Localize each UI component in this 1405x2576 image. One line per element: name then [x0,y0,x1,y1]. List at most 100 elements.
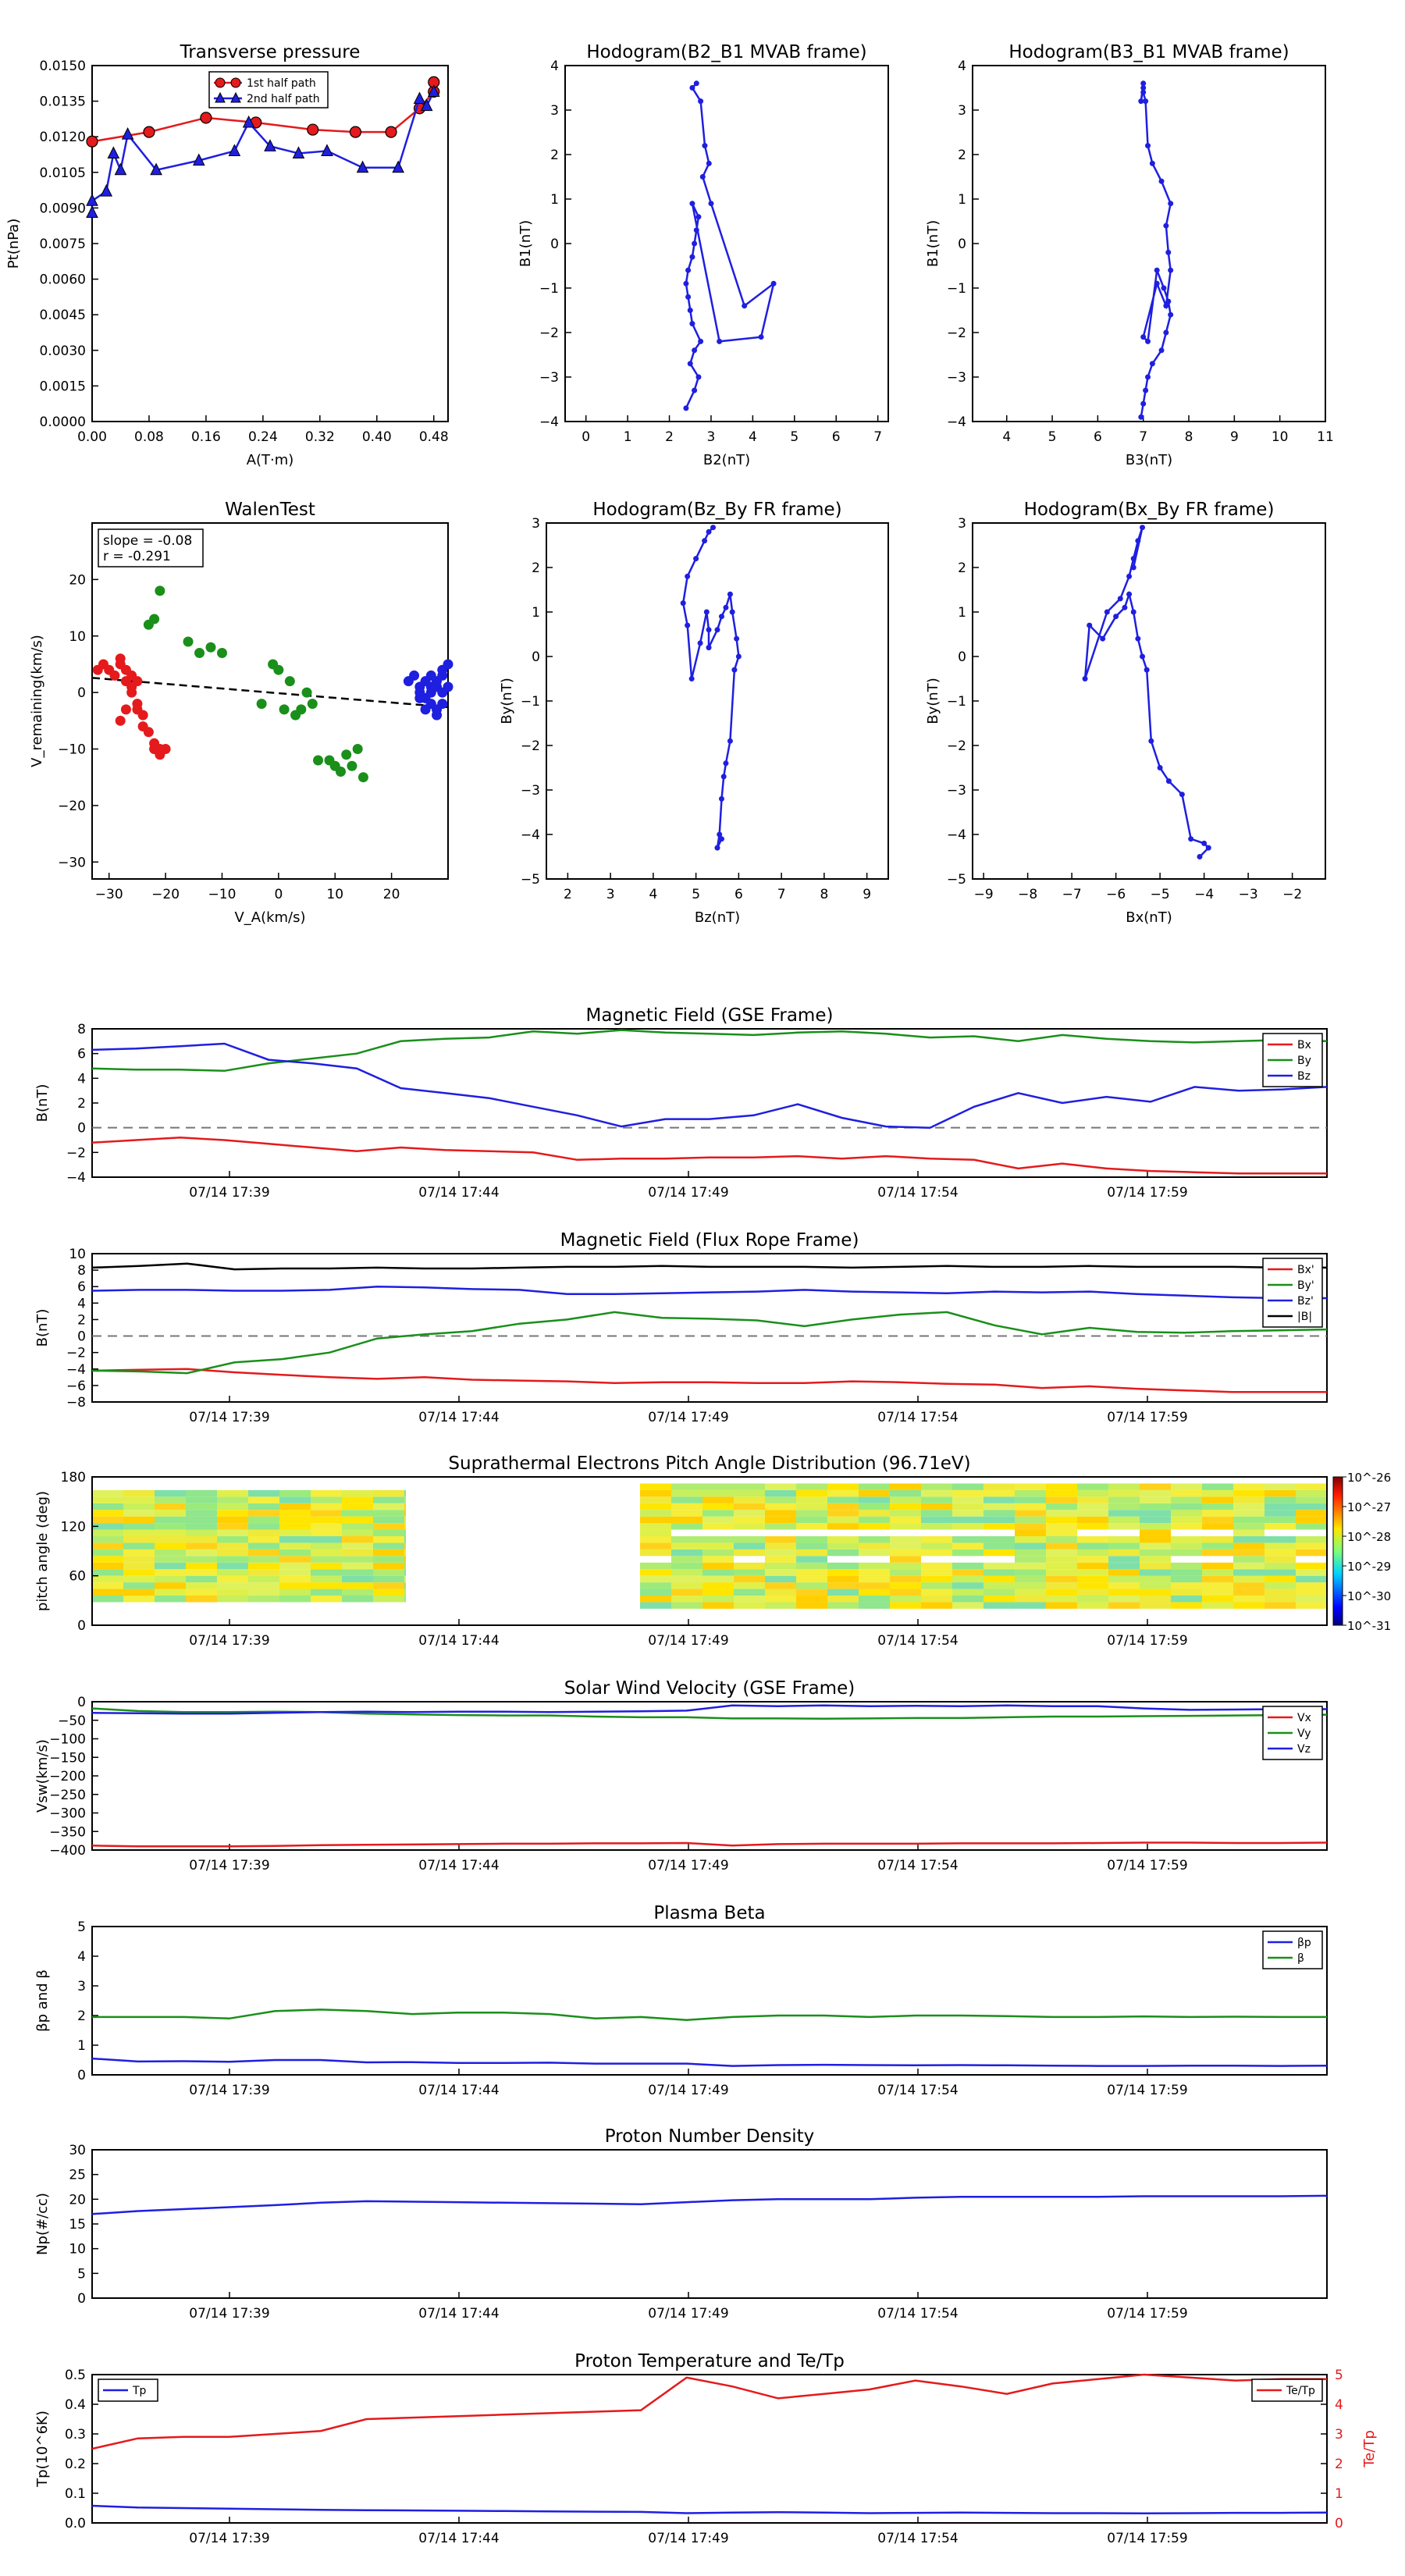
heatmap-cell [827,1582,859,1589]
heatmap-cell [921,1575,952,1583]
heatmap-cell [702,1523,734,1530]
x-tick-label: 07/14 17:59 [1107,1185,1187,1201]
scatter-point [132,676,143,687]
heatmap-cell [796,1569,827,1576]
y-tick-label: 20 [69,572,86,588]
heatmap-cell [279,1529,311,1536]
heatmap-cell [404,1582,406,1589]
heatmap-cell [311,1536,342,1543]
heatmap-cell [984,1596,1015,1603]
heatmap-cell [123,1503,155,1510]
heatmap-cell [702,1562,734,1570]
heatmap-cell [92,1542,123,1550]
heatmap-cell [279,1569,311,1576]
heatmap-cell [1296,1496,1327,1503]
heatmap-cell [952,1516,984,1524]
y-tick-label: 15 [69,2217,86,2233]
heatmap-cell [248,1542,279,1550]
x-tick-label: 07/14 17:49 [648,2306,728,2322]
data-point [692,387,698,393]
heatmap-cell [1264,1575,1296,1583]
heatmap-cell [952,1582,984,1589]
y-axis-label-4: By(nT) [499,678,515,724]
scatter-point [279,704,290,715]
heatmap-cell [123,1575,155,1583]
x-tick-label: 07/14 17:39 [189,1185,269,1201]
y-tick-label: −4 [66,1362,86,1378]
heatmap-cell [796,1503,827,1510]
data-point [718,795,724,802]
data-point [687,308,693,313]
heatmap-cell [217,1536,248,1543]
heatmap-cell [1046,1549,1077,1557]
scatter-point [160,744,171,755]
y-tick-label: −350 [49,1824,86,1840]
heatmap-cell [279,1562,311,1570]
scatter-point [137,710,148,720]
scatter-point [437,699,448,710]
x-axis-label-2: B3(nT) [1126,452,1172,468]
heatmap-cell [311,1589,342,1596]
y-tick-label: −100 [49,1732,86,1748]
heatmap-cell [1108,1496,1140,1503]
scatter-point [216,647,227,658]
heatmap-cell [1046,1589,1077,1596]
heatmap-cell [859,1516,890,1524]
heatmap-cell [1140,1510,1171,1517]
heatmap-cell [1046,1529,1077,1536]
heatmap-cell [1264,1562,1296,1570]
scatter-point [414,692,425,703]
heatmap-cell [217,1529,248,1536]
heatmap-cell [217,1523,248,1530]
x-tick-label: 07/14 17:54 [877,1858,958,1873]
data-point [693,227,699,233]
heatmap-cell [827,1589,859,1596]
heatmap-cell [1171,1516,1202,1524]
heatmap-cell [248,1575,279,1583]
data-point [1135,538,1141,544]
heatmap-cell [890,1556,921,1563]
heatmap-cell [404,1589,406,1596]
heatmap-cell [640,1529,671,1536]
x-tick-label: 4 [649,887,657,902]
plot-frame-hodogram-2 [972,65,1326,422]
heatmap-cell [1202,1549,1233,1557]
plot-frame-10 [91,1926,1328,2076]
heatmap-cell [1171,1536,1202,1543]
heatmap-cell [1233,1510,1264,1517]
data-point [683,280,689,286]
y-tick-label: 0 [958,237,966,252]
heatmap-cell [123,1549,155,1557]
heatmap-cell [217,1510,248,1517]
colorbar-label: 10^-29 [1347,1560,1391,1574]
heatmap-cell [1077,1503,1108,1510]
plot-frame-transverse-pressure [91,65,449,422]
heatmap-cell [1171,1596,1202,1603]
heatmap-cell [1296,1589,1327,1596]
x-axis-label-5: Bx(nT) [1126,909,1172,926]
legend-label: β [1297,1952,1304,1965]
y-tick-label: 0 [77,1329,86,1345]
y-tick-label: 1 [532,605,540,621]
heatmap-cell [1264,1569,1296,1576]
heatmap-cell [1264,1589,1296,1596]
heatmap-cell [1015,1496,1046,1503]
heatmap-cell [702,1569,734,1576]
x-tick-label: 4 [749,429,757,445]
heatmap-cell [1046,1503,1077,1510]
heatmap-cell [1046,1516,1077,1524]
heatmap-cell [1046,1556,1077,1563]
heatmap-cell [890,1542,921,1550]
heatmap-cell [827,1569,859,1576]
heatmap-cell [186,1523,217,1530]
y2-tick-label: 3 [1335,2427,1343,2443]
heatmap-cell [1202,1503,1233,1510]
heatmap-cell [640,1596,671,1603]
data-point [1168,311,1174,318]
heatmap-cell [123,1536,155,1543]
heatmap-cell [342,1569,373,1576]
scatter-point [307,699,318,710]
heatmap-cell [1140,1516,1171,1524]
y-tick-label: −300 [49,1806,86,1822]
heatmap-cell [373,1503,404,1510]
